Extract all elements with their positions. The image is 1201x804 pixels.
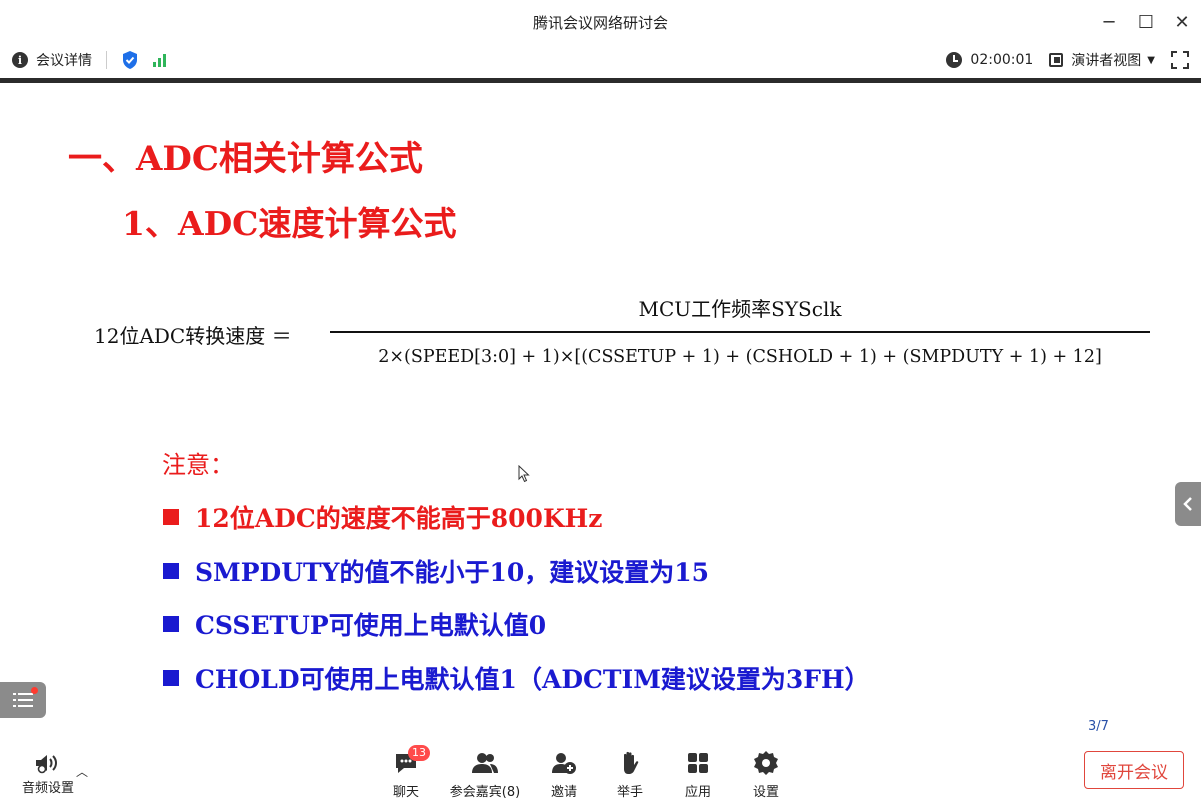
info-left-group: i 会议详情 [12, 50, 166, 70]
minimize-button[interactable]: ─ [1094, 8, 1124, 36]
info-icon: i [12, 52, 28, 68]
chat-label: 聊天 [392, 785, 419, 800]
side-panel-toggle[interactable] [1175, 482, 1201, 526]
leave-meeting-button[interactable]: 离开会议 [1084, 751, 1184, 789]
fraction-bar [330, 331, 1150, 333]
list-icon [13, 693, 33, 707]
speaker-view-icon [1049, 53, 1064, 67]
chat-icon: 13 [388, 745, 430, 777]
bullet-text: 12位ADC的速度不能高于800KHz [195, 504, 603, 533]
mouse-cursor-icon [518, 464, 530, 487]
fullscreen-icon[interactable] [1171, 51, 1189, 69]
chevron-up-icon[interactable]: ︿ [76, 763, 88, 780]
info-right-group: 02:00:01 演讲者视图 ▼ [946, 50, 1189, 70]
formula-lhs: 12位ADC转换速度 ＝ [94, 324, 292, 348]
meeting-info-bar: i 会议详情 02:00:01 演讲者视图 ▼ [0, 44, 1201, 76]
bullet-item: 12位ADC的速度不能高于800KHz [163, 499, 603, 535]
bullet-text: CHOLD可使用上电默认值1（ADCTIM建议设置为3FH） [195, 665, 870, 694]
bullet-text: SMPDUTY的值不能小于10，建议设置为15 [195, 558, 710, 587]
raise-hand-button[interactable]: 举手 [612, 749, 648, 800]
network-signal-icon[interactable] [153, 53, 166, 67]
bullet-square-icon [163, 670, 179, 686]
member-list-button[interactable] [0, 682, 46, 718]
bullet-item: CHOLD可使用上电默认值1（ADCTIM建议设置为3FH） [163, 660, 870, 696]
title-bar: 腾讯会议网络研讨会 ─ ☐ ✕ [0, 0, 1201, 44]
divider [106, 51, 107, 69]
meeting-timer: 02:00:01 [946, 52, 1033, 68]
shared-slide: 一、ADC相关计算公式 1、ADC速度计算公式 12位ADC转换速度 ＝ MCU… [0, 83, 1201, 743]
invite-label: 邀请 [550, 785, 577, 800]
note-title: 注意： [162, 451, 234, 479]
formula-denominator: 2×(SPEED[3:0] + 1)×[(CSSETUP + 1) + (CSH… [378, 347, 1102, 367]
clock-icon [946, 52, 963, 68]
bullet-square-icon [163, 509, 179, 525]
bullet-item: CSSETUP可使用上电默认值0 [163, 606, 546, 642]
invite-button[interactable]: 邀请 [546, 749, 582, 800]
notification-dot [31, 687, 38, 694]
chevron-down-icon: ▼ [1147, 54, 1155, 66]
maximize-button[interactable]: ☐ [1131, 8, 1161, 36]
chat-unread-badge: 13 [408, 745, 430, 761]
gear-icon [748, 749, 784, 777]
settings-button[interactable]: 设置 [748, 749, 784, 800]
view-mode-dropdown[interactable]: 演讲者视图 ▼ [1049, 50, 1155, 70]
window-title: 腾讯会议网络研讨会 [532, 14, 668, 32]
meeting-window: 腾讯会议网络研讨会 ─ ☐ ✕ i 会议详情 02:00:01 演讲者视图 ▼ … [0, 0, 1201, 804]
bullet-item: SMPDUTY的值不能小于10，建议设置为15 [163, 553, 709, 589]
participants-icon [448, 749, 522, 777]
page-indicator: 3/7 [1088, 719, 1109, 734]
bullet-square-icon [163, 563, 179, 579]
chat-button[interactable]: 13 聊天 [388, 745, 430, 800]
participants-button[interactable]: 参会嘉宾(8) [448, 749, 522, 800]
formula-numerator: MCU工作频率SYSclk [638, 297, 842, 321]
bullet-square-icon [163, 616, 179, 632]
hand-icon [612, 749, 648, 777]
settings-label: 设置 [752, 785, 779, 800]
view-mode-label: 演讲者视图 [1071, 53, 1142, 69]
close-button[interactable]: ✕ [1167, 8, 1197, 36]
audio-settings-button[interactable]: 音频设置 [18, 749, 78, 796]
slide-heading-2: 1、ADC速度计算公式 [122, 204, 457, 243]
chevron-left-icon [1183, 497, 1192, 511]
raise-hand-label: 举手 [616, 785, 643, 800]
apps-label: 应用 [684, 785, 711, 800]
audio-settings-label: 音频设置 [21, 781, 74, 796]
meeting-details-button[interactable]: i 会议详情 [12, 50, 92, 70]
bottom-toolbar: 音频设置 ︿ 13 聊天 参会嘉宾(8) 邀请 举手 应用 设置 离开会议 [0, 743, 1201, 804]
speaker-icon [18, 749, 78, 777]
bullet-text: CSSETUP可使用上电默认值0 [195, 611, 547, 640]
slide-heading-1: 一、ADC相关计算公式 [68, 139, 423, 179]
apps-button[interactable]: 应用 [680, 749, 716, 800]
add-user-icon [546, 749, 582, 777]
meeting-details-label: 会议详情 [36, 53, 92, 69]
timer-value: 02:00:01 [970, 52, 1034, 68]
apps-grid-icon [680, 749, 716, 777]
participants-label: 参会嘉宾(8) [449, 785, 521, 800]
security-shield-icon[interactable] [121, 50, 139, 70]
